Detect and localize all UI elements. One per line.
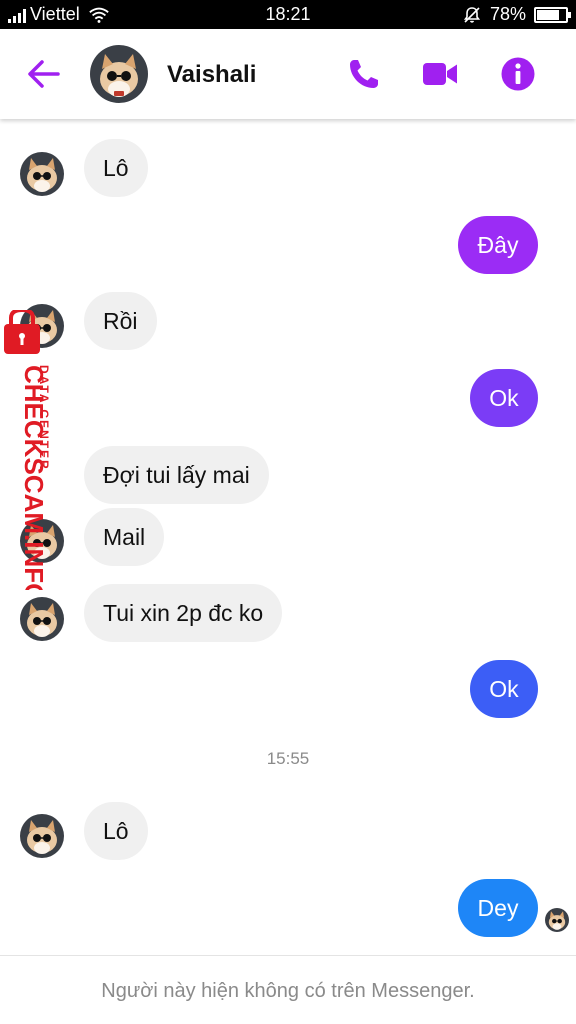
cat-avatar-image: [20, 814, 64, 858]
cat-avatar-image: [90, 45, 148, 103]
unavailable-notice: Người này hiện không có trên Messenger.: [101, 980, 475, 1002]
back-arrow-icon[interactable]: [26, 57, 62, 91]
message-list[interactable]: Lô Đây Rồi Ok Đợi tui lấy mai Mail Tui xin …: [0, 119, 576, 955]
incoming-message-bubble[interactable]: Rồi: [84, 292, 157, 350]
sender-avatar[interactable]: [20, 152, 64, 196]
outgoing-message-bubble[interactable]: Đây: [458, 216, 538, 274]
sender-avatar[interactable]: [20, 814, 64, 858]
checkscam-watermark-logo: CHECKSCAM.INFO DATA CENTER: [4, 310, 51, 590]
incoming-message-bubble[interactable]: Lô: [84, 802, 148, 860]
incoming-message-bubble[interactable]: Tui xin 2p đc ko: [84, 584, 283, 642]
message-timestamp: 15:55: [266, 749, 310, 768]
conversation-header: Vaishali: [0, 29, 576, 119]
mute-icon: [463, 6, 481, 23]
sender-avatar[interactable]: [20, 597, 64, 641]
battery-icon: [534, 6, 571, 23]
incoming-message-bubble[interactable]: Đợi tui lấy mai: [84, 446, 269, 504]
cat-avatar-image: [545, 908, 569, 932]
incoming-message-bubble[interactable]: Lô: [84, 139, 148, 197]
battery-percent: 78%: [489, 4, 526, 24]
status-bar: Viettel 18:21 78%: [0, 0, 576, 29]
contact-name[interactable]: Vaishali: [167, 61, 256, 89]
outgoing-message-bubble[interactable]: Dey: [458, 879, 538, 937]
contact-avatar[interactable]: [90, 45, 148, 103]
incoming-message-bubble[interactable]: Mail: [84, 508, 165, 566]
outgoing-message-bubble[interactable]: Ok: [470, 369, 538, 427]
info-icon[interactable]: [500, 56, 536, 92]
watermark-subtitle: DATA CENTER: [37, 365, 51, 471]
read-receipt-avatar: [545, 908, 569, 932]
phone-icon[interactable]: [346, 56, 382, 92]
cat-avatar-image: [20, 152, 64, 196]
cat-avatar-image: [20, 597, 64, 641]
video-camera-icon[interactable]: [422, 56, 458, 92]
composer-unavailable-bar: Người này hiện không có trên Messenger.: [0, 955, 576, 1024]
outgoing-message-bubble[interactable]: Ok: [470, 660, 538, 718]
status-right: 78%: [462, 4, 571, 25]
battery-fill: [537, 9, 559, 20]
